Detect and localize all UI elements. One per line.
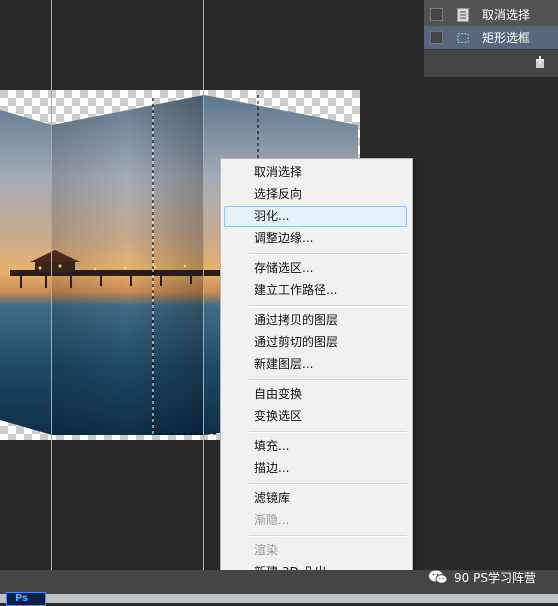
menu-item-render: 渲染 — [254, 543, 279, 557]
menu-item-fade: 渐隐... — [254, 513, 290, 527]
history-item-label: 取消选择 — [482, 8, 531, 22]
menu-item-layer-via-cut[interactable]: 通过剪切的图层 — [224, 332, 407, 353]
watermark-text: 90 PS学习阵营 — [454, 570, 536, 585]
photoshop-taskbar-icon[interactable]: Ps — [6, 592, 46, 606]
menu-separator — [249, 379, 407, 381]
menu-item-free-transform[interactable]: 自由变换 — [224, 384, 407, 405]
menu-item-save-selection[interactable]: 存储选区... — [224, 258, 407, 279]
menu-item-make-work-path[interactable]: 建立工作路径... — [224, 280, 407, 301]
history-item-label: 矩形选框 — [482, 31, 531, 45]
menu-item-new-layer[interactable]: 新建图层... — [224, 354, 407, 375]
menu-item-transform-selection[interactable]: 变换选区 — [224, 406, 407, 427]
menu-separator — [249, 253, 407, 255]
wechat-icon — [429, 570, 448, 584]
history-item-checkbox[interactable] — [430, 8, 443, 21]
menu-item-stroke[interactable]: 描边... — [224, 458, 407, 479]
history-item-deselect[interactable]: 取消选择 — [424, 3, 558, 26]
history-panel: 取消选择 矩形选框 — [424, 0, 558, 77]
new-snapshot-icon[interactable] — [536, 56, 548, 68]
menu-separator — [249, 535, 407, 537]
menu-item-filter-gallery[interactable]: 滤镜库 — [224, 488, 407, 509]
menu-separator — [249, 431, 407, 433]
taskbar-strip — [0, 594, 558, 603]
history-panel-footer — [424, 49, 558, 77]
context-menu: 取消选择 选择反向 羽化... 调整边缘... 存储选区... 建立工作路径..… — [220, 158, 413, 584]
menu-separator — [249, 483, 407, 485]
menu-item-select-inverse[interactable]: 选择反向 — [224, 184, 407, 205]
menu-item-layer-via-copy[interactable]: 通过拷贝的图层 — [224, 310, 407, 331]
marquee-icon — [457, 32, 469, 43]
menu-item-feather[interactable]: 羽化... — [224, 206, 407, 227]
document-icon — [457, 7, 469, 22]
history-item-rect-marquee[interactable]: 矩形选框 — [424, 26, 558, 49]
history-item-checkbox[interactable] — [430, 31, 443, 44]
menu-item-deselect[interactable]: 取消选择 — [224, 162, 407, 183]
watermark: 90 PS学习阵营 — [428, 567, 536, 587]
guide-line-2[interactable] — [203, 0, 204, 570]
menu-item-fill[interactable]: 填充... — [224, 436, 407, 457]
menu-separator — [249, 305, 407, 307]
menu-item-refine-edge[interactable]: 调整边缘... — [224, 228, 407, 249]
guide-line-1[interactable] — [51, 0, 52, 570]
